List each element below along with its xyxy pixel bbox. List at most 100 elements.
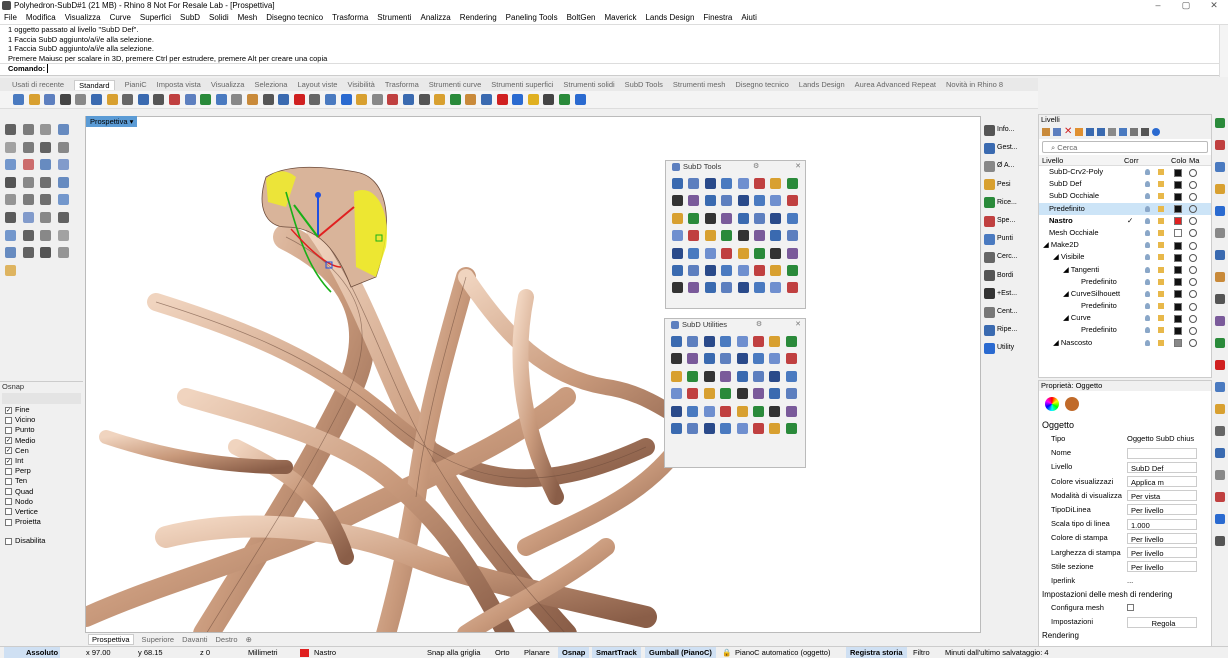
menu-item[interactable]: Strumenti <box>377 13 411 22</box>
panel-icon[interactable] <box>1215 492 1225 502</box>
subd-tool-icon[interactable] <box>770 212 782 224</box>
subd-tool-icon[interactable] <box>786 230 798 242</box>
checkbox[interactable]: ✓ <box>5 406 12 414</box>
subd-tool-icon[interactable] <box>687 388 699 400</box>
settings-icon[interactable] <box>1141 128 1149 136</box>
subd-tool-icon[interactable] <box>703 423 715 434</box>
property-value[interactable] <box>1127 447 1197 459</box>
toolbar-icon[interactable] <box>231 94 243 105</box>
panel-icon[interactable] <box>1215 228 1225 238</box>
toolbar-tab[interactable]: Visualizza <box>211 80 245 89</box>
subd-tool-icon[interactable] <box>672 195 683 207</box>
subd-tool-icon[interactable] <box>786 195 798 207</box>
layer-row[interactable]: Predefinito <box>1039 300 1211 312</box>
tool-icon[interactable] <box>22 159 34 171</box>
lock-icon[interactable] <box>1158 254 1164 261</box>
object-properties-icon[interactable] <box>1045 397 1059 411</box>
toolbar-tab[interactable]: Visibilità <box>347 80 374 89</box>
menu-item[interactable]: Disegno tecnico <box>266 13 323 22</box>
checkbox[interactable] <box>5 537 12 545</box>
tool-icon[interactable] <box>40 124 51 135</box>
toolbar-icon[interactable] <box>387 94 399 105</box>
toolbar-icon[interactable] <box>559 94 570 105</box>
lightbulb-icon[interactable] <box>1145 303 1150 310</box>
panel-icon[interactable] <box>1215 162 1225 172</box>
tool-icon[interactable] <box>5 124 16 135</box>
gear-icon[interactable]: ⚙ <box>753 161 759 173</box>
tool-icon[interactable] <box>22 229 34 241</box>
lightbulb-icon[interactable] <box>1145 169 1150 175</box>
subd-tool-icon[interactable] <box>769 388 781 400</box>
menu-item[interactable]: Trasforma <box>332 13 368 22</box>
lock-icon[interactable] <box>1158 290 1164 297</box>
lightbulb-icon[interactable] <box>1145 205 1150 212</box>
toolbar-tab[interactable]: PianiC <box>125 80 147 89</box>
subd-tool-icon[interactable] <box>688 212 700 224</box>
osnap-item[interactable]: Vertice <box>0 507 83 517</box>
tool-icon[interactable] <box>40 247 51 259</box>
lock-icon[interactable] <box>1158 327 1164 334</box>
tool-icon[interactable] <box>57 247 69 259</box>
configure-mesh-checkbox[interactable] <box>1127 604 1134 612</box>
lock-icon[interactable] <box>1158 266 1164 273</box>
layer-row[interactable]: ◢ Make2D <box>1039 239 1211 251</box>
lightbulb-icon[interactable] <box>1145 266 1150 273</box>
menu-item[interactable]: Curve <box>110 13 131 22</box>
columns-icon[interactable] <box>1130 128 1138 136</box>
subd-tool-icon[interactable] <box>704 265 716 276</box>
lightbulb-icon[interactable] <box>1145 339 1150 346</box>
panel-icon[interactable] <box>1215 206 1225 216</box>
lock-icon[interactable] <box>1158 193 1164 200</box>
layer-row[interactable]: SubD-Crv2-Poly <box>1039 166 1211 178</box>
subd-model-render[interactable] <box>86 117 981 633</box>
subd-tool-icon[interactable] <box>737 282 749 294</box>
layer-color-swatch[interactable] <box>1174 278 1182 287</box>
lock-icon[interactable] <box>1158 217 1164 224</box>
subd-tool-icon[interactable] <box>786 265 798 276</box>
close-window-button[interactable]: ✕ <box>1200 0 1228 11</box>
new-sublayer-icon[interactable] <box>1053 128 1061 136</box>
ortho-toggle[interactable]: Orto <box>495 647 510 658</box>
checkbox[interactable] <box>5 488 12 496</box>
layer-row[interactable]: Nastro ✓ <box>1039 215 1211 227</box>
panel-icon[interactable] <box>1215 184 1225 194</box>
side-button[interactable]: Cent... <box>982 303 1024 321</box>
subd-tool-icon[interactable] <box>671 405 682 417</box>
subd-tool-icon[interactable] <box>753 336 764 347</box>
gumball-toggle[interactable]: Gumball (PianoC) <box>645 647 716 658</box>
property-value[interactable]: Per vista <box>1127 490 1197 502</box>
toolbar-tab[interactable]: Trasforma <box>385 80 419 89</box>
gear-icon[interactable]: ⚙ <box>756 319 762 331</box>
layer-color-swatch[interactable] <box>1174 168 1182 177</box>
material-circle-icon[interactable] <box>1189 168 1197 177</box>
tool-icon[interactable] <box>22 124 34 135</box>
side-button[interactable]: Ø A... <box>982 157 1024 175</box>
toolbar-icon[interactable] <box>59 94 71 105</box>
subd-tool-icon[interactable] <box>671 423 682 434</box>
toolbar-icon[interactable] <box>91 94 102 105</box>
subd-tool-icon[interactable] <box>770 178 782 189</box>
material-circle-icon[interactable] <box>1189 205 1197 214</box>
subd-tool-icon[interactable] <box>754 282 765 294</box>
toolbar-icon[interactable] <box>13 94 24 105</box>
subd-tool-icon[interactable] <box>672 178 683 189</box>
tool-icon[interactable] <box>5 141 16 153</box>
subd-tool-icon[interactable] <box>672 247 683 259</box>
menu-item[interactable]: File <box>4 13 17 22</box>
osnap-item[interactable]: ✓ Fine <box>0 405 83 415</box>
subd-tool-icon[interactable] <box>704 178 716 189</box>
toolbar-icon[interactable] <box>75 94 87 105</box>
side-button[interactable]: Cerc... <box>982 248 1024 266</box>
toolbar-tab[interactable]: Standard <box>74 79 115 90</box>
toolbar-icon[interactable] <box>434 94 446 105</box>
panel-icon[interactable] <box>1215 470 1225 480</box>
subd-tool-icon[interactable] <box>785 336 797 347</box>
subd-tool-icon[interactable] <box>703 370 715 382</box>
layer-color-swatch[interactable] <box>1174 180 1182 189</box>
chevron-down-icon[interactable]: ▾ <box>130 117 134 126</box>
subd-tool-icon[interactable] <box>769 353 781 365</box>
subd-tool-icon[interactable] <box>786 282 798 294</box>
layer-row[interactable]: SubD Def <box>1039 178 1211 190</box>
material-circle-icon[interactable] <box>1189 192 1197 201</box>
toolbar-icon[interactable] <box>122 94 134 105</box>
